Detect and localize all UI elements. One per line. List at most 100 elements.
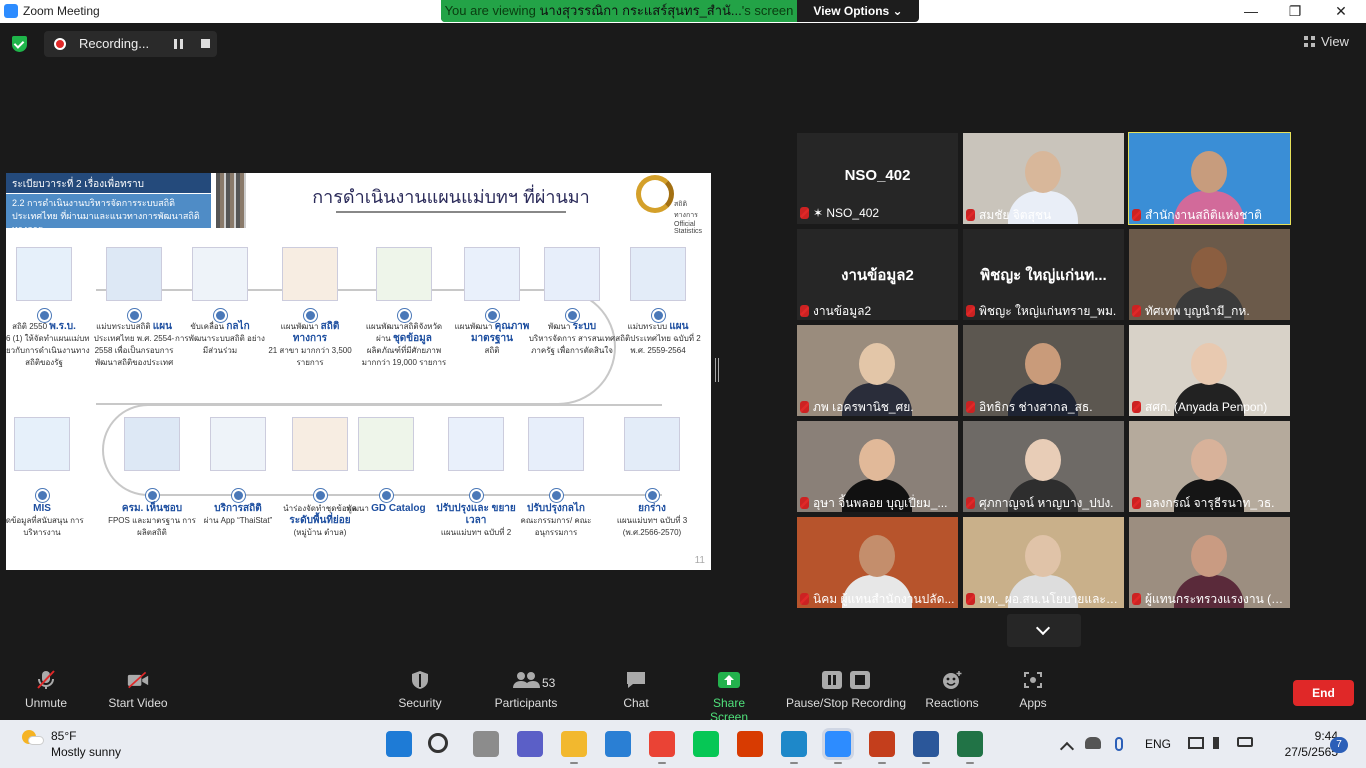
battery-icon[interactable] xyxy=(1237,737,1253,747)
participant-name: ผู้แทนกระทรวงแรงงาน (ผ... xyxy=(1145,592,1287,606)
timeline-top-thumbnail xyxy=(464,247,520,301)
participant-tile[interactable]: มท._ผอ.สน.นโยบายและแ... xyxy=(963,517,1124,608)
participant-tile[interactable]: ศุภกาญจน์ หาญบาง_ปปง. xyxy=(963,421,1124,512)
restore-button[interactable]: ❐ xyxy=(1280,2,1310,20)
participant-name: สมชัย จิตสุชน xyxy=(979,208,1052,222)
taskbar-mail-icon[interactable] xyxy=(605,731,631,757)
timeline-bottom-heading: บริการสถิติ xyxy=(214,503,262,514)
stop-recording-icon[interactable] xyxy=(201,39,210,48)
pause-recording-icon[interactable] xyxy=(174,39,183,49)
share-screen-button[interactable]: Share Screen xyxy=(693,670,765,724)
windows-taskbar: 85°F Mostly sunny ENG 9:44 27/5/2565 7 xyxy=(0,720,1366,768)
participant-face xyxy=(1191,343,1227,385)
participant-name: งานข้อมูล2 xyxy=(813,304,872,318)
timeline-top-subheading: แม่บทระบบ xyxy=(627,322,668,331)
reactions-label: Reactions xyxy=(925,696,979,710)
participant-caption: สศก. (Anyada Penpon) xyxy=(1132,398,1287,414)
close-button[interactable]: ✕ xyxy=(1326,2,1356,20)
timeline-bottom-node xyxy=(380,489,393,502)
participant-tile[interactable]: พิชญะ ใหญ่แก่นท... พิชญะ ใหญ่แก่นทราย_พม. xyxy=(963,229,1124,320)
network-cloud-icon[interactable] xyxy=(1085,737,1101,749)
pause-stop-recording-button[interactable]: Pause/Stop Recording xyxy=(784,670,908,710)
timeline-bottom-label: ปรับปรุงและ ขยายเวลา แผนแม่บทฯ ฉบับที่ 2 xyxy=(430,503,522,539)
taskbar-teams-icon[interactable] xyxy=(517,731,543,757)
recording-indicator: Recording... xyxy=(44,31,217,57)
apps-button[interactable]: Apps xyxy=(1014,670,1052,710)
participant-tile[interactable]: ทัศเทพ บุญนำมี_กห. xyxy=(1129,229,1290,320)
participant-caption: อลงกรณ์ จารุธีรนาท_วธ. xyxy=(1132,494,1287,510)
weather-condition[interactable]: Mostly sunny xyxy=(51,745,121,759)
security-button[interactable]: Security xyxy=(396,670,444,710)
participant-tile[interactable]: อุษา จิ้นพลอย บุญเปี่ยม_... xyxy=(797,421,958,512)
volume-icon[interactable] xyxy=(1213,737,1227,749)
participant-tile[interactable]: อลงกรณ์ จารุธีรนาท_วธ. xyxy=(1129,421,1290,512)
timeline-top-thumbnail xyxy=(16,247,72,301)
participant-tile[interactable]: ผู้แทนกระทรวงแรงงาน (ผ... xyxy=(1129,517,1290,608)
timeline-bottom-heading: ยกร่าง xyxy=(638,503,666,514)
timeline-top-heading: ระบบ xyxy=(572,321,597,332)
muted-mic-icon xyxy=(800,593,809,605)
participant-name: มท._ผอ.สน.นโยบายและแ... xyxy=(979,592,1121,606)
participant-face xyxy=(1025,439,1061,481)
taskbar-word-icon[interactable] xyxy=(913,731,939,764)
nso-logo-text: สถิติทางการ Official Statistics xyxy=(674,201,703,235)
view-button[interactable]: View xyxy=(1304,34,1349,49)
participant-tile[interactable]: นิคม ผู้แทนสำนักงานปลัด... xyxy=(797,517,958,608)
tray-overflow-chevron-icon[interactable] xyxy=(1059,741,1075,757)
chat-button[interactable]: Chat xyxy=(616,670,656,710)
taskbar-task-view-icon[interactable] xyxy=(473,731,499,757)
encryption-shield-icon[interactable] xyxy=(12,36,27,52)
microphone-in-use-icon[interactable] xyxy=(1115,737,1123,751)
taskbar-zoom-icon[interactable] xyxy=(825,731,851,764)
splitter-handle[interactable] xyxy=(715,358,719,382)
participant-tile[interactable]: สำนักงานสถิติแห่งชาติ xyxy=(1128,132,1291,225)
muted-mic-icon xyxy=(1132,401,1141,413)
taskbar-file-explorer-icon[interactable] xyxy=(561,731,587,764)
notification-badge[interactable]: 7 xyxy=(1330,737,1348,753)
taskbar-edge-icon[interactable] xyxy=(781,731,807,764)
taskbar-chrome-icon[interactable] xyxy=(649,731,675,764)
participant-caption: พิชญะ ใหญ่แก่นทราย_พม. xyxy=(966,302,1121,318)
view-options-button[interactable]: View Options ⌄ xyxy=(797,0,919,22)
participant-tile[interactable]: งานข้อมูล2 งานข้อมูล2 xyxy=(797,229,958,320)
weather-icon[interactable] xyxy=(22,728,44,746)
participant-caption: สำนักงานสถิติแห่งชาติ xyxy=(1132,206,1287,222)
language-indicator[interactable]: ENG xyxy=(1145,737,1171,751)
taskbar-search-icon[interactable] xyxy=(428,733,448,753)
participant-tile[interactable]: สมชัย จิตสุชน xyxy=(963,133,1124,224)
chat-label: Chat xyxy=(623,696,649,710)
gallery-next-page-button[interactable] xyxy=(1007,614,1081,647)
participant-name: อิทธิกร ช่างสากล_สธ. xyxy=(979,400,1093,414)
unmute-button[interactable]: Unmute xyxy=(18,670,74,710)
timeline-bottom-label: บริการสถิติ ผ่าน App “ThaiStat” xyxy=(192,503,284,527)
timeline-bottom-label: พัฒนา GD Catalog xyxy=(340,503,432,515)
chevron-down-icon xyxy=(1035,620,1051,636)
timeline-top-subheading: แผนพัฒนา xyxy=(280,322,319,331)
timeline-bottom-description: ชุดข้อมูลที่สนับสนุน การบริหารงาน xyxy=(6,516,84,537)
display-icon[interactable] xyxy=(1188,737,1204,749)
share-banner-suffix: 's screen xyxy=(741,3,794,18)
weather-temperature[interactable]: 85°F xyxy=(51,729,76,743)
taskbar-line-icon[interactable] xyxy=(693,731,719,757)
participant-name: พิชญะ ใหญ่แก่นทราย_พม. xyxy=(979,304,1117,318)
participant-tile[interactable]: อิทธิกร ช่างสากล_สธ. xyxy=(963,325,1124,416)
timeline-bottom-thumbnail xyxy=(210,417,266,471)
taskbar-office-icon[interactable] xyxy=(737,731,763,757)
timeline-top-thumbnail xyxy=(192,247,248,301)
timeline-bottom-node xyxy=(646,489,659,502)
taskbar-windows-start-icon[interactable] xyxy=(386,731,412,757)
participants-button[interactable]: Participants 53 xyxy=(493,670,559,710)
timeline-bottom-node xyxy=(470,489,483,502)
taskbar-powerpoint-icon[interactable] xyxy=(869,731,895,764)
participant-tile[interactable]: NSO_402 ✶ NSO_402 xyxy=(797,133,958,224)
timeline-top-heading: ชุดข้อมูล xyxy=(393,333,432,344)
end-meeting-button[interactable]: End xyxy=(1293,680,1354,706)
taskbar-excel-icon[interactable] xyxy=(957,731,983,764)
participant-tile[interactable]: สศก. (Anyada Penpon) xyxy=(1129,325,1290,416)
participant-tile[interactable]: ภพ เอครพานิช_ศย. xyxy=(797,325,958,416)
start-video-button[interactable]: Start Video xyxy=(106,670,170,710)
reactions-button[interactable]: Reactions xyxy=(924,670,980,710)
timeline-top-label: แม่บทระบบ แผน สถิติประเทศไทย ฉบับที่ 2 พ.… xyxy=(612,321,704,357)
minimize-button[interactable]: — xyxy=(1236,2,1266,20)
timeline-top-label: พัฒนา ระบบ บริหารจัดการ สารสนเทศภาครัฐ เพ… xyxy=(526,321,618,357)
